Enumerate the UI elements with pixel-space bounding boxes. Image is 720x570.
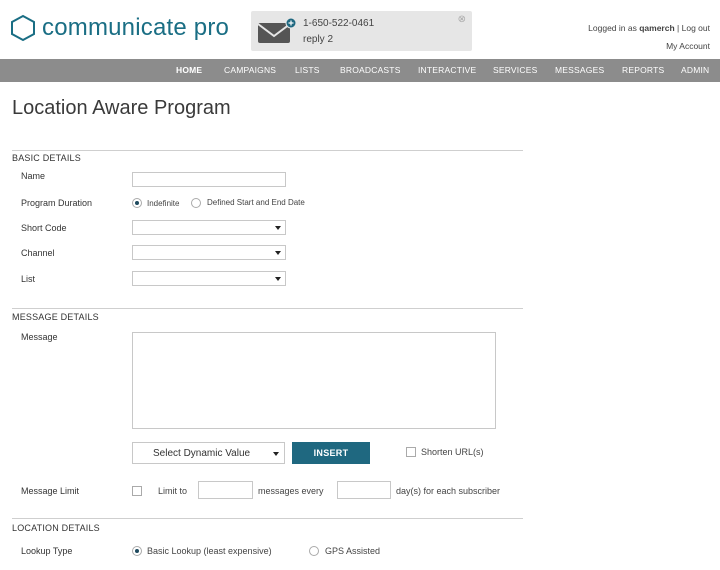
section-divider	[12, 150, 523, 151]
nav-messages[interactable]: MESSAGES	[555, 59, 604, 82]
nav-lists[interactable]: LISTS	[295, 59, 320, 82]
notification-phone: 1-650-522-0461	[303, 18, 375, 29]
hexagon-logo-icon	[11, 14, 35, 42]
envelope-icon	[257, 17, 297, 43]
nav-campaigns[interactable]: CAMPAIGNS	[224, 59, 276, 82]
list-label: List	[21, 274, 36, 284]
nav-admin[interactable]: ADMIN	[681, 59, 709, 82]
shorten-urls-checkbox[interactable]	[406, 447, 416, 457]
nav-interactive[interactable]: INTERACTIVE	[418, 59, 476, 82]
nav-home[interactable]: HOME	[176, 59, 202, 82]
duration-defined-radio[interactable]	[191, 198, 201, 208]
channel-select[interactable]	[132, 245, 286, 260]
lookup-gps-label: GPS Assisted	[325, 546, 381, 556]
chevron-down-icon	[275, 225, 281, 230]
message-textarea[interactable]	[132, 332, 496, 429]
account-panel: Logged in as qamerch | Log out My Accoun…	[588, 19, 710, 55]
message-label: Message	[21, 332, 58, 342]
chevron-down-icon	[275, 250, 281, 255]
main-nav: HOME CAMPAIGNS LISTS BROADCASTS INTERACT…	[0, 59, 720, 82]
separator: |	[677, 23, 680, 33]
short-code-select[interactable]	[132, 220, 286, 235]
nav-broadcasts[interactable]: BROADCASTS	[340, 59, 401, 82]
limit-to-label: Limit to	[158, 486, 188, 496]
lookup-basic-label: Basic Lookup (least expensive)	[147, 546, 272, 556]
username: qamerch	[639, 23, 675, 33]
logged-in-prefix: Logged in as	[588, 23, 637, 33]
message-details-heading: MESSAGE DETAILS	[12, 312, 99, 322]
chevron-down-icon	[275, 276, 281, 281]
dynamic-value-select[interactable]: Select Dynamic Value	[132, 442, 285, 464]
message-limit-checkbox[interactable]	[132, 486, 142, 496]
notification-message: reply 2	[303, 34, 334, 45]
limit-count-input[interactable]	[198, 481, 253, 499]
logout-link[interactable]: Log out	[682, 23, 710, 33]
lookup-basic-radio[interactable]	[132, 546, 142, 556]
notification-toast[interactable]: 1-650-522-0461 reply 2 ⊗	[251, 11, 472, 51]
close-icon[interactable]: ⊗	[458, 14, 466, 25]
duration-defined-label: Defined Start and End Date	[207, 198, 305, 207]
list-select[interactable]	[132, 271, 286, 286]
nav-services[interactable]: SERVICES	[493, 59, 537, 82]
chevron-down-icon	[273, 452, 279, 456]
days-suffix-label: day(s) for each subscriber	[396, 486, 501, 496]
lookup-gps-radio[interactable]	[309, 546, 319, 556]
message-limit-label: Message Limit	[21, 486, 80, 496]
section-divider	[12, 518, 523, 519]
limit-days-input[interactable]	[337, 481, 391, 499]
name-label: Name	[21, 171, 46, 181]
basic-details-heading: BASIC DETAILS	[12, 153, 81, 163]
channel-label: Channel	[21, 248, 55, 258]
location-details-heading: LOCATION DETAILS	[12, 523, 100, 533]
duration-indefinite-radio[interactable]	[132, 198, 142, 208]
shorten-urls-label: Shorten URL(s)	[421, 447, 484, 457]
messages-every-label: messages every	[258, 486, 324, 496]
name-input[interactable]	[132, 172, 286, 187]
my-account-link[interactable]: My Account	[666, 41, 710, 51]
page-title: Location Aware Program	[12, 97, 231, 119]
short-code-label: Short Code	[21, 223, 67, 233]
dynamic-value-placeholder: Select Dynamic Value	[153, 448, 251, 459]
app-logo[interactable]: communicate pro	[10, 14, 229, 42]
program-duration-label: Program Duration	[21, 198, 93, 208]
nav-reports[interactable]: REPORTS	[622, 59, 664, 82]
duration-indefinite-label: Indefinite	[147, 199, 180, 208]
lookup-type-label: Lookup Type	[21, 546, 73, 556]
insert-button[interactable]: INSERT	[292, 442, 370, 464]
app-name: communicate pro	[42, 14, 230, 41]
section-divider	[12, 308, 523, 309]
